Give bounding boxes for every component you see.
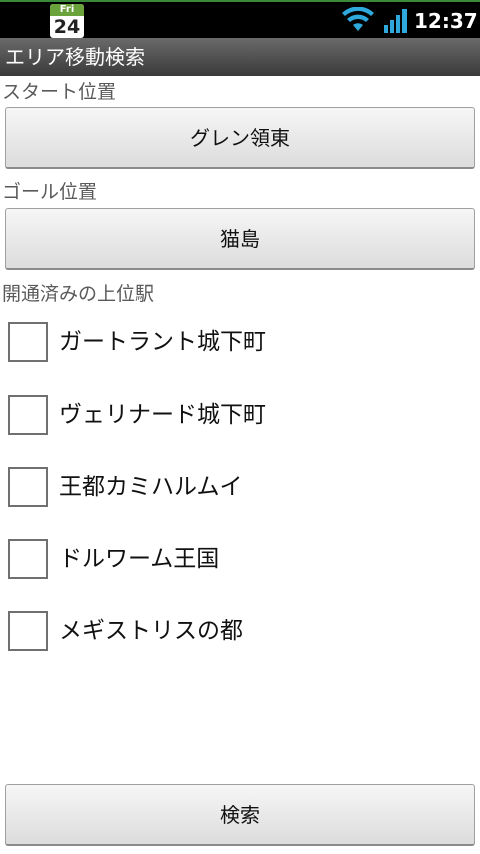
- status-clock: 12:37: [414, 9, 478, 33]
- station-checkbox-row[interactable]: メギストリスの都: [8, 611, 468, 655]
- calendar-icon: Fri 24: [50, 4, 84, 38]
- station-label: ガートラント城下町: [59, 329, 266, 355]
- title-bar: エリア移動検索: [0, 38, 480, 76]
- station-label: メギストリスの都: [59, 618, 243, 644]
- start-position-button[interactable]: グレン領東: [5, 107, 475, 169]
- station-checkbox-row[interactable]: ヴェリナード城下町: [8, 395, 468, 439]
- search-button[interactable]: 検索: [5, 784, 475, 846]
- signal-icon: [384, 9, 407, 33]
- station-checkbox-row[interactable]: ドルワーム王国: [8, 539, 468, 583]
- page-title: エリア移動検索: [5, 45, 145, 69]
- station-checkbox[interactable]: [8, 322, 48, 362]
- goal-position-button[interactable]: 猫島: [5, 208, 475, 270]
- calendar-date: 24: [53, 16, 81, 38]
- start-position-label: スタート位置: [2, 81, 117, 103]
- station-checkbox-row[interactable]: ガートラント城下町: [8, 322, 468, 366]
- goal-position-label: ゴール位置: [2, 181, 98, 203]
- station-checkbox[interactable]: [8, 467, 48, 507]
- station-checkbox[interactable]: [8, 539, 48, 579]
- station-label: ヴェリナード城下町: [59, 402, 266, 428]
- calendar-day: Fri: [50, 4, 84, 16]
- station-label: 王都カミハルムイ: [59, 474, 243, 500]
- station-checkbox[interactable]: [8, 395, 48, 435]
- status-bar: Fri 24 12:37: [0, 0, 480, 38]
- wifi-icon: [342, 7, 374, 31]
- station-label: ドルワーム王国: [59, 546, 220, 572]
- station-checkbox[interactable]: [8, 611, 48, 651]
- stations-label: 開通済みの上位駅: [2, 283, 155, 305]
- station-checkbox-row[interactable]: 王都カミハルムイ: [8, 467, 468, 511]
